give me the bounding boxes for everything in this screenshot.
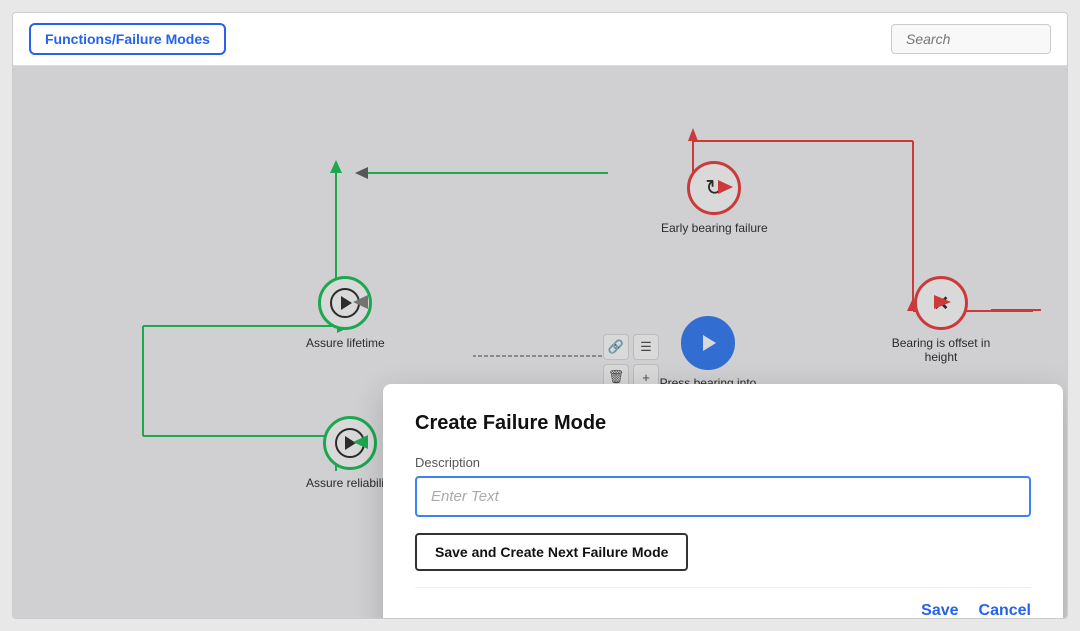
save-button[interactable]: Save: [921, 602, 958, 618]
modal-title: Create Failure Mode: [415, 412, 1031, 435]
app-window: Functions/Failure Modes: [12, 12, 1068, 619]
functions-failure-modes-button[interactable]: Functions/Failure Modes: [29, 23, 226, 55]
cancel-button[interactable]: Cancel: [979, 602, 1031, 618]
create-failure-mode-modal: Create Failure Mode Description Save and…: [383, 384, 1063, 618]
description-label: Description: [415, 455, 1031, 470]
search-input[interactable]: [891, 24, 1051, 54]
modal-footer: Save Cancel: [415, 587, 1031, 618]
description-input[interactable]: [415, 476, 1031, 517]
save-next-button[interactable]: Save and Create Next Failure Mode: [415, 533, 688, 571]
canvas-area: ↻ Early bearing failure Assure lifetime: [13, 66, 1067, 618]
top-bar: Functions/Failure Modes: [13, 13, 1067, 66]
